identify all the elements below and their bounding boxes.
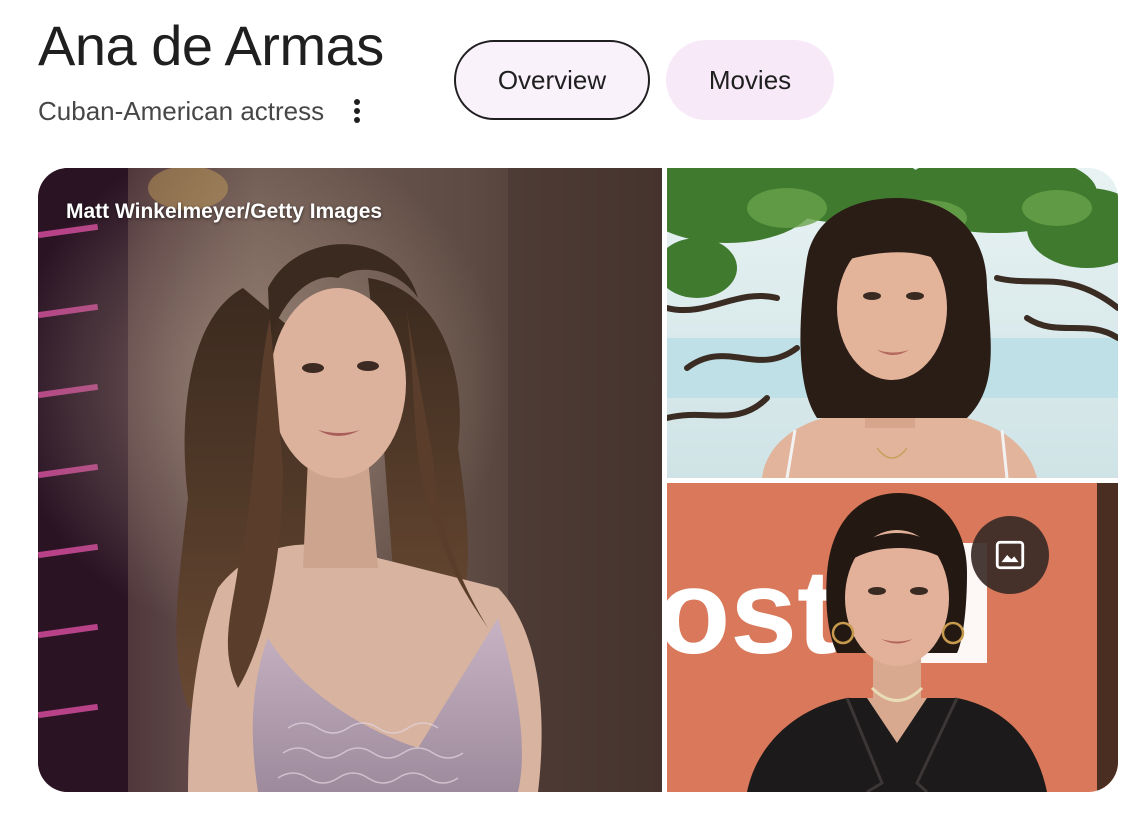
view-images-button[interactable] [971, 516, 1049, 594]
photo-credit: Matt Winkelmeyer/Getty Images [66, 200, 383, 223]
portrait-image: ost [667, 483, 1118, 792]
more-options-button[interactable] [346, 96, 368, 126]
tab-movies[interactable]: Movies [666, 40, 834, 120]
gallery-photo-bottom-right[interactable]: ost [667, 483, 1118, 792]
more-vert-icon [354, 99, 361, 123]
image-gallery: Matt Winkelmeyer/Getty Images ost [38, 168, 1118, 792]
sign-text: ost [667, 545, 837, 679]
page-title: Ana de Armas [38, 14, 384, 77]
image-icon [995, 540, 1025, 570]
gallery-photo-main[interactable]: Matt Winkelmeyer/Getty Images [38, 168, 662, 792]
portrait-image [38, 168, 662, 792]
entity-tabs: Overview Movies [454, 40, 834, 120]
tab-overview[interactable]: Overview [454, 40, 650, 120]
subtitle: Cuban-American actress [38, 96, 325, 126]
portrait-image [667, 168, 1118, 478]
subtitle-row: Cuban-American actress [38, 94, 368, 128]
gallery-photo-top-right[interactable] [667, 168, 1118, 478]
